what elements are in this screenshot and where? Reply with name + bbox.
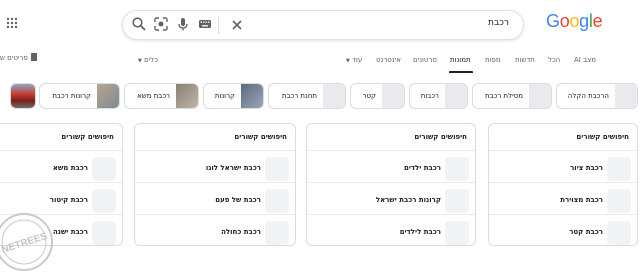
related-search-label: רכבת ילדים — [403, 164, 441, 172]
saved-items-link[interactable]: פריטים ש — [0, 53, 37, 62]
item-thumbnail — [445, 189, 469, 213]
item-thumbnail — [92, 221, 116, 245]
item-thumbnail — [607, 157, 631, 181]
tab-videos[interactable]: סרטונים — [413, 56, 437, 64]
related-search-label: רכבת ישנה — [52, 228, 88, 236]
related-searches-card: חיפושים קשורים רכבת ציור רכבת מצוירת רכב… — [488, 123, 638, 246]
item-thumbnail — [445, 157, 469, 181]
card-title: חיפושים קשורים — [234, 133, 287, 141]
related-search-item[interactable]: רכבת קטר — [489, 214, 637, 245]
related-search-label: רכבת קיטור — [49, 196, 88, 204]
related-search-label: רכבת ציור — [570, 164, 603, 172]
related-search-item[interactable]: רכבת כחולה — [135, 214, 295, 245]
svg-text:NETREES: NETREES — [0, 231, 49, 256]
active-tab-indicator — [449, 71, 473, 73]
chip-thumbnail — [529, 84, 551, 108]
mic-icon[interactable] — [175, 16, 191, 32]
search-box[interactable]: רכבת — [122, 10, 524, 40]
chip-label: קטר — [362, 92, 376, 100]
chip-rail-track[interactable]: מסילת רכבת — [472, 83, 552, 109]
chip-thumbnail — [382, 84, 404, 108]
tab-web[interactable]: אינטרנט — [376, 56, 401, 64]
logo-letter: o — [569, 11, 580, 31]
chip-train-station[interactable]: תחנת רכבת — [268, 83, 346, 109]
related-search-label: קרונות רכבת ישראל — [375, 196, 441, 204]
caret-down-icon: ▼ — [138, 58, 142, 64]
apps-grid-icon[interactable] — [6, 17, 18, 29]
chip-label: רכבות — [420, 92, 439, 100]
chip-label: הרכבת הקלה — [567, 92, 609, 100]
watermark-stamp: NETREES — [0, 213, 53, 271]
item-thumbnail — [445, 221, 469, 245]
related-search-label: רכבת של פעם — [215, 196, 261, 204]
item-thumbnail — [265, 157, 289, 181]
chip-partial[interactable] — [10, 83, 36, 109]
item-thumbnail — [607, 189, 631, 213]
tools-label: כלים — [144, 56, 158, 64]
search-divider — [218, 16, 219, 34]
chip-light-rail[interactable]: הרכבת הקלה — [556, 83, 638, 109]
related-searches-card: חיפושים קשורים רכבת ישראל לוגו רכבת של פ… — [134, 123, 296, 246]
chip-thumbnail — [97, 84, 119, 108]
chip-thumbnail — [11, 84, 35, 108]
bookmark-icon — [30, 53, 37, 61]
chip-label: תחנת רכבת — [281, 92, 317, 100]
chip-label: מסילת רכבת — [485, 92, 523, 100]
more-label: עוד — [352, 56, 363, 64]
search-icon[interactable] — [131, 16, 147, 32]
caret-down-icon: ▼ — [346, 58, 350, 64]
logo-letter: o — [559, 11, 570, 31]
chip-thumbnail — [615, 84, 637, 108]
related-search-label: רכבת כחולה — [221, 228, 261, 236]
item-thumbnail — [92, 157, 116, 181]
tools-button[interactable]: כלים ▼ — [138, 56, 158, 64]
keyboard-icon[interactable] — [197, 16, 213, 32]
tab-more[interactable]: עוד ▼ — [346, 56, 362, 64]
card-title: חיפושים קשורים — [61, 133, 114, 141]
related-searches-card: חיפושים קשורים רכבת ילדים קרונות רכבת יש… — [306, 123, 476, 246]
tab-all[interactable]: הכל — [548, 56, 560, 64]
tab-images[interactable]: תמונות — [450, 56, 471, 64]
chip-label: קרונות רכבת — [52, 92, 91, 100]
item-thumbnail — [92, 189, 116, 213]
chip-thumbnail — [323, 84, 345, 108]
chip-thumbnail — [241, 84, 263, 108]
chip-locomotive[interactable]: קטר — [350, 83, 405, 109]
related-search-label: רכבת משא — [52, 164, 88, 172]
chip-freight-train[interactable]: רכבת משא — [124, 83, 199, 109]
tab-maps[interactable]: מפות — [485, 56, 501, 64]
chip-label: רכבת משא — [137, 92, 170, 100]
item-thumbnail — [265, 221, 289, 245]
related-search-item[interactable]: רכבת לילדים — [307, 214, 475, 245]
item-thumbnail — [265, 189, 289, 213]
tab-ai-mode[interactable]: מצב AI — [574, 56, 596, 64]
close-icon[interactable] — [227, 15, 247, 35]
related-search-label: רכבת לילדים — [399, 228, 441, 236]
card-title: חיפושים קשורים — [576, 133, 629, 141]
search-input[interactable]: רכבת — [488, 18, 509, 28]
related-search-label: רכבת מצוירת — [560, 196, 603, 204]
google-logo[interactable]: Google — [546, 11, 603, 32]
chip-trains[interactable]: רכבות — [409, 83, 468, 109]
chip-train-carriages[interactable]: קרונות רכבת — [39, 83, 120, 109]
chip-thumbnail — [445, 84, 467, 108]
logo-letter: e — [592, 11, 603, 31]
related-search-label: רכבת קטר — [569, 228, 603, 236]
chip-carriages[interactable]: קרונות — [203, 83, 264, 109]
item-thumbnail — [607, 221, 631, 245]
chip-thumbnail — [176, 84, 198, 108]
tab-news[interactable]: חדשות — [515, 56, 535, 64]
card-title: חיפושים קשורים — [414, 133, 467, 141]
related-search-label: רכבת ישראל לוגו — [205, 164, 261, 172]
logo-letter: g — [579, 11, 589, 31]
lens-icon[interactable] — [153, 16, 169, 32]
logo-letter: G — [546, 11, 560, 31]
chip-label: קרונות — [214, 92, 235, 100]
